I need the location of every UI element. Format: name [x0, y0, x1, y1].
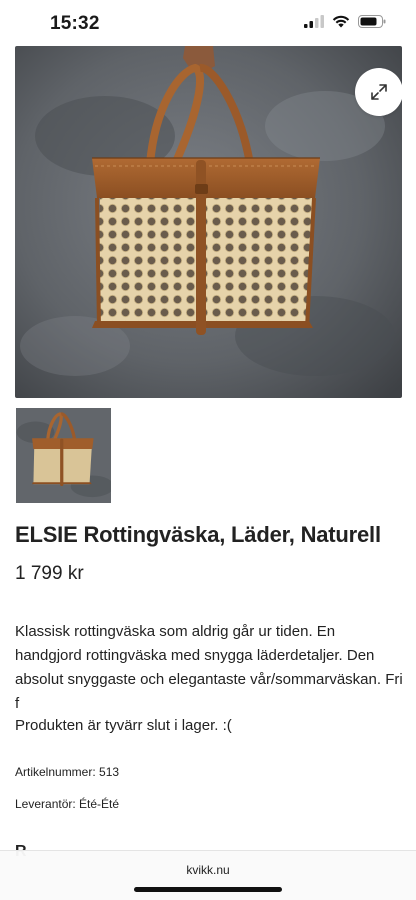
- supplier: Leverantör: Été-Été: [15, 797, 120, 811]
- battery-icon: [358, 15, 386, 28]
- product-image[interactable]: [15, 46, 402, 398]
- home-indicator[interactable]: [134, 887, 282, 892]
- wifi-icon: [332, 15, 350, 28]
- cellular-signal-icon: [304, 15, 324, 28]
- status-bar: 15:32: [0, 0, 416, 46]
- url-text[interactable]: kvikk.nu: [0, 863, 416, 877]
- thumbnail-photo: [16, 408, 111, 503]
- expand-icon: [371, 84, 387, 100]
- status-icons: [304, 15, 386, 28]
- product-description: Klassisk rottingväska som aldrig går ur …: [15, 623, 403, 712]
- browser-url-bar[interactable]: kvikk.nu: [0, 850, 416, 900]
- rattan-bag-photo: [15, 46, 402, 398]
- product-title: ELSIE Rottingväska, Läder, Naturell: [15, 522, 381, 547]
- article-number: Artikelnummer: 513: [15, 765, 120, 779]
- expand-image-button[interactable]: [355, 68, 402, 116]
- status-time: 15:32: [50, 13, 100, 34]
- stock-status: Produkten är tyvärr slut i lager. :(: [15, 717, 232, 734]
- product-thumbnail[interactable]: [16, 408, 111, 503]
- product-price: 1 799 kr: [15, 563, 84, 584]
